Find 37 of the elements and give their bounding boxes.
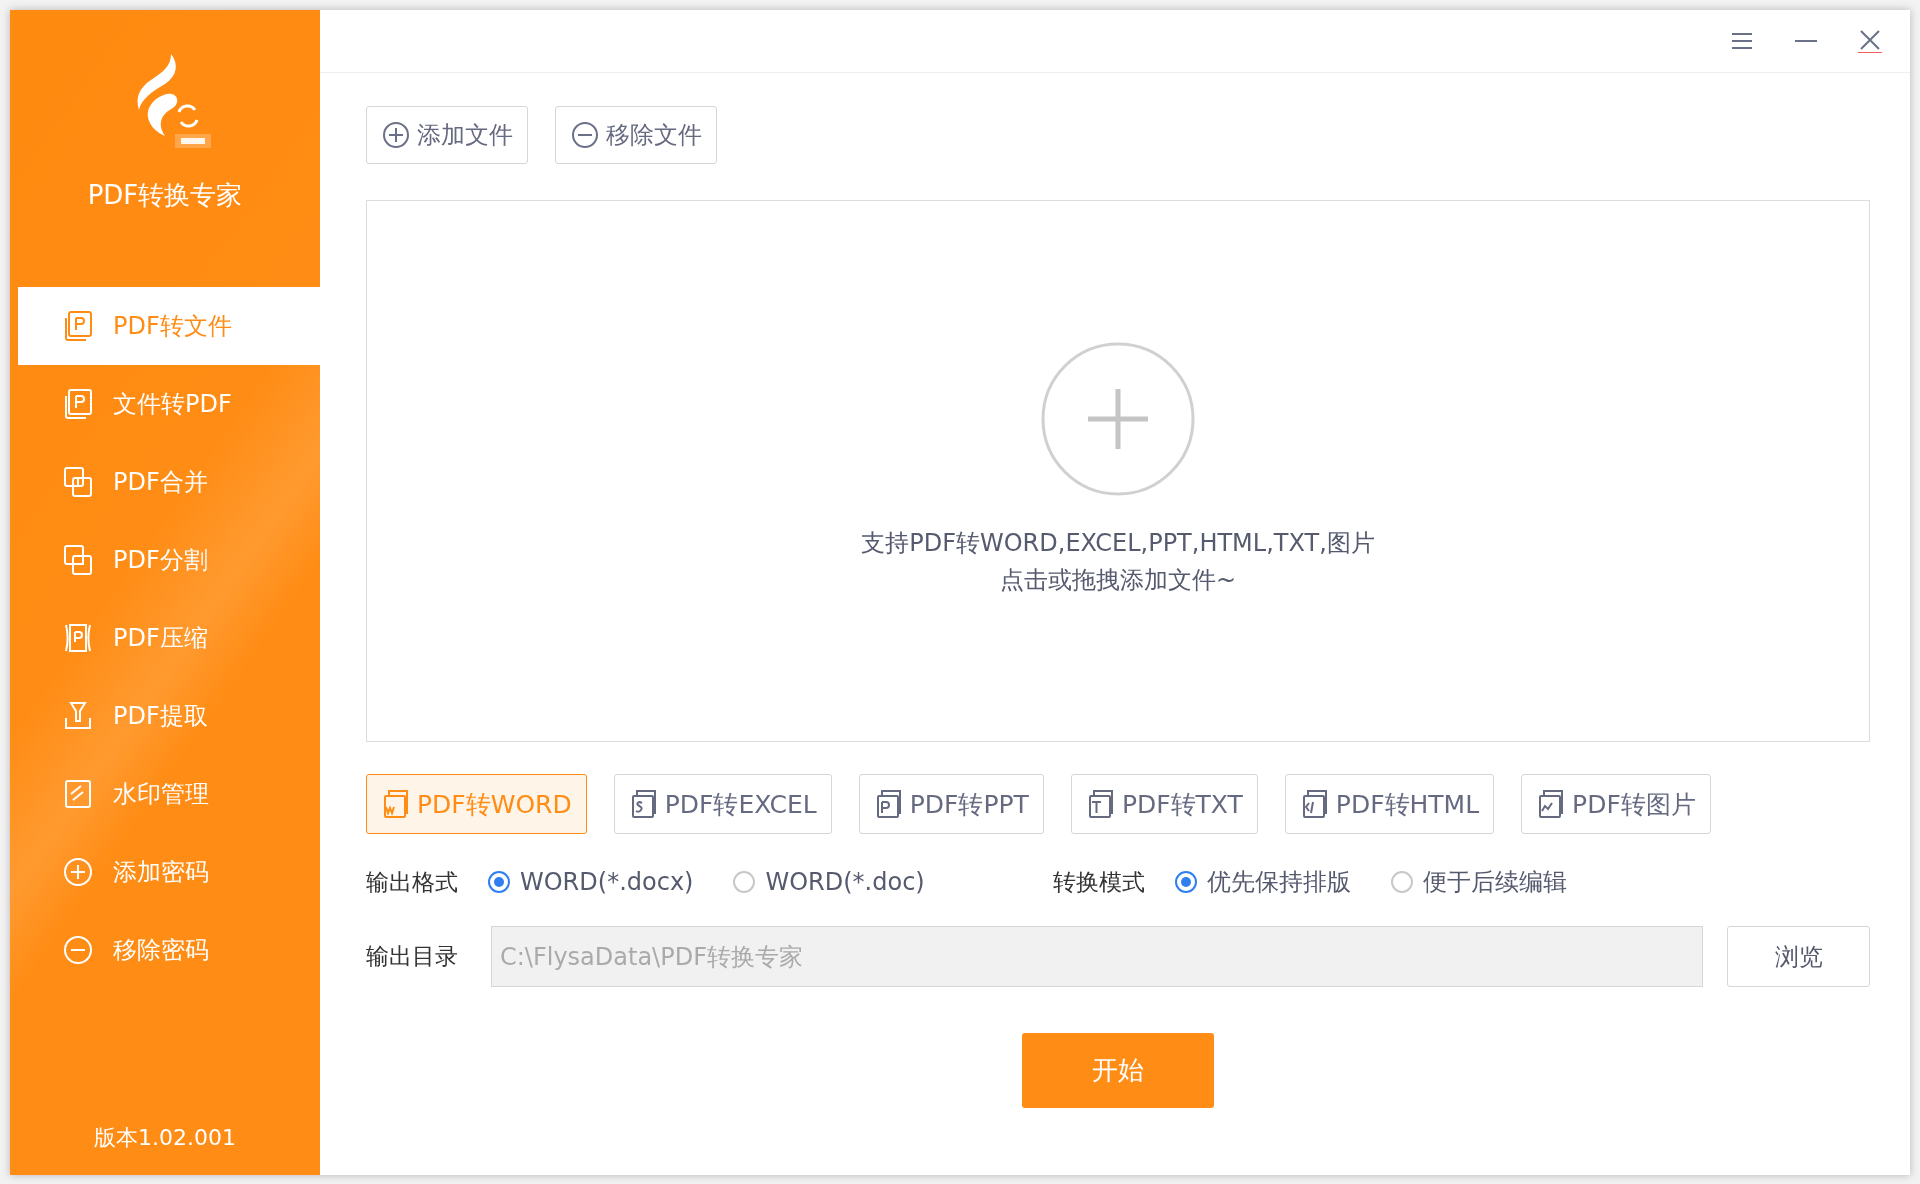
option-label: 输出格式 bbox=[366, 867, 458, 897]
app-title: PDF转换专家 bbox=[87, 179, 243, 212]
radio-button[interactable] bbox=[1390, 871, 1413, 893]
add-file-button[interactable]: 添加文件 bbox=[366, 106, 528, 164]
word-file-icon bbox=[381, 789, 409, 819]
merge-icon bbox=[63, 466, 93, 498]
remove-icon bbox=[570, 120, 600, 150]
format-tab[interactable]: PDF转EXCEL bbox=[613, 774, 832, 834]
output-dir-label: 输出目录 bbox=[366, 942, 459, 971]
close-icon[interactable] bbox=[1858, 29, 1882, 53]
compress-icon bbox=[63, 622, 93, 654]
option-label: 转换模式 bbox=[1052, 867, 1145, 897]
split-icon bbox=[63, 544, 93, 576]
radio-label[interactable]: WORD(*.doc) bbox=[765, 868, 925, 896]
format-tab[interactable]: PDF转图片 bbox=[1521, 774, 1711, 834]
format-tab[interactable]: PDF转PPT bbox=[858, 774, 1044, 834]
radio-label[interactable]: 便于后续编辑 bbox=[1422, 866, 1567, 898]
radio-label[interactable]: 优先保持排版 bbox=[1206, 866, 1351, 898]
add-icon bbox=[381, 120, 411, 150]
version-label: 版本1.02.001 bbox=[93, 1124, 237, 1152]
image-file-icon bbox=[1536, 789, 1565, 819]
remove-file-button[interactable]: 移除文件 bbox=[555, 106, 717, 164]
radio-button[interactable] bbox=[733, 871, 756, 893]
document-icon bbox=[63, 310, 93, 342]
radio-button[interactable] bbox=[1174, 871, 1197, 893]
format-tab[interactable]: PDF转TXT bbox=[1070, 774, 1258, 834]
add-circle-icon bbox=[63, 856, 93, 888]
radio-label[interactable]: WORD(*.docx) bbox=[520, 868, 694, 896]
drop-hint: 支持PDF转WORD,EXCEL,PPT,HTML,TXT,图片 bbox=[861, 528, 1375, 559]
drop-hint: 点击或拖拽添加文件~ bbox=[999, 565, 1237, 596]
watermark-icon bbox=[63, 778, 93, 810]
remove-circle-icon bbox=[63, 934, 93, 966]
file-drop-area[interactable]: 支持PDF转WORD,EXCEL,PPT,HTML,TXT,图片 点击或拖拽添加文件~ bbox=[366, 200, 1870, 742]
radio-button[interactable] bbox=[488, 871, 510, 893]
document-icon bbox=[63, 388, 93, 420]
format-tab[interactable]: PDF转HTML bbox=[1284, 774, 1495, 834]
extract-icon bbox=[63, 700, 93, 732]
